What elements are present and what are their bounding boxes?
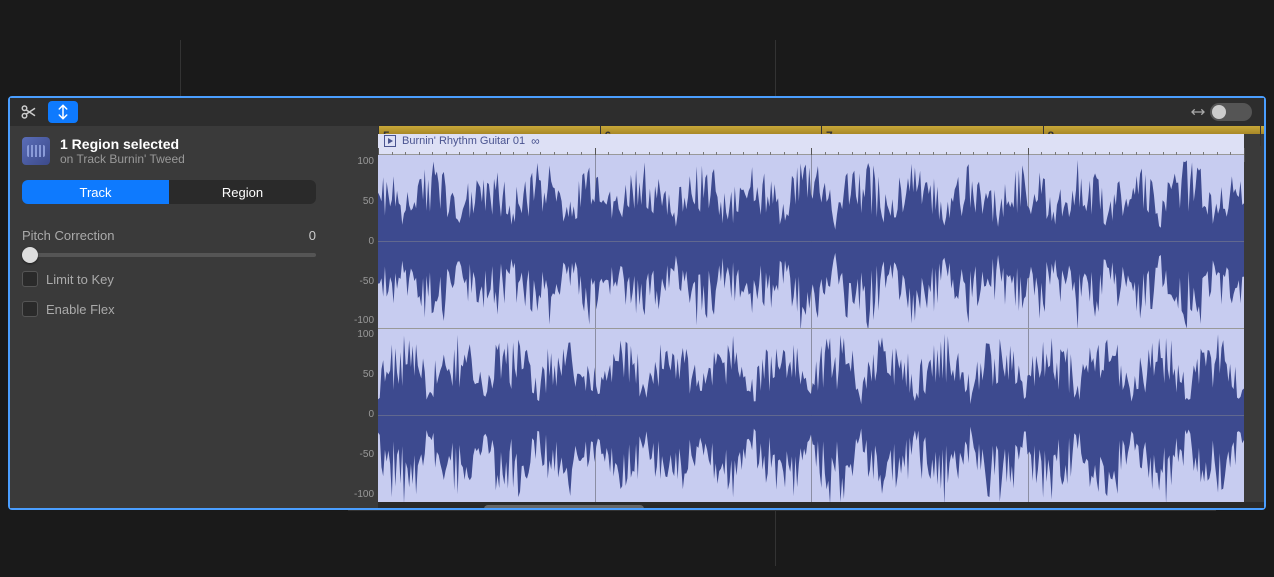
zoom-control: [1190, 103, 1260, 121]
callout-line: [775, 510, 776, 566]
inspector-panel: 1 Region selected on Track Burnin' Tweed…: [10, 126, 328, 508]
pitch-correction-row: Pitch Correction 0: [22, 228, 316, 243]
slider-thumb[interactable]: [22, 247, 38, 263]
editor-main-area: 1 Region selected on Track Burnin' Tweed…: [10, 126, 1264, 508]
channel-left: [378, 155, 1244, 329]
limit-to-key-checkbox[interactable]: [22, 271, 38, 287]
waveform-area: 5 6 7 8 9 Burnin' Rhythm Guitar 01 ∞ 100…: [328, 126, 1264, 508]
channel-right: [378, 329, 1244, 502]
horizontal-scrollbar[interactable]: [378, 502, 1264, 508]
scale-label: -100: [328, 490, 374, 500]
scale-label: -100: [328, 316, 374, 326]
scrollbar-thumb[interactable]: [484, 505, 643, 508]
bar-ruler[interactable]: 5 6 7 8 9: [378, 126, 1264, 134]
scale-label: 0: [328, 410, 374, 420]
flex-tool-button[interactable]: [48, 101, 78, 123]
scale-label: -50: [328, 450, 374, 460]
inspector-body: Pitch Correction 0 Limit to Key Enable F…: [10, 210, 328, 335]
waveform-display[interactable]: [378, 155, 1244, 502]
limit-to-key-label: Limit to Key: [46, 272, 114, 287]
amplitude-scale: 100 50 0 -50 -100 100 50 0 -50 -100: [328, 155, 378, 502]
scale-label: 0: [328, 237, 374, 247]
pitch-correction-label: Pitch Correction: [22, 228, 114, 243]
scale-label: 100: [328, 330, 374, 340]
bar-marker: 9: [1260, 126, 1264, 146]
audio-editor-window: 1 Region selected on Track Burnin' Tweed…: [8, 96, 1266, 510]
callout-line: [775, 40, 776, 96]
play-icon[interactable]: [384, 135, 396, 147]
inspector-header: 1 Region selected on Track Burnin' Tweed: [10, 126, 328, 174]
pitch-correction-slider[interactable]: [22, 253, 316, 257]
scissors-tool-button[interactable]: [14, 101, 44, 123]
limit-to-key-row[interactable]: Limit to Key: [22, 271, 316, 287]
enable-flex-checkbox[interactable]: [22, 301, 38, 317]
loop-icon: ∞: [531, 134, 540, 148]
tab-region[interactable]: Region: [169, 180, 316, 204]
enable-flex-label: Enable Flex: [46, 302, 115, 317]
editor-toolbar: [10, 98, 1264, 126]
scale-label: -50: [328, 277, 374, 287]
callout-line: [348, 510, 1216, 511]
scale-label: 50: [328, 197, 374, 207]
scale-label: 100: [328, 157, 374, 167]
scale-label: 50: [328, 370, 374, 380]
inspector-mode-segmented: Track Region: [22, 180, 316, 204]
region-selection-title: 1 Region selected: [60, 136, 185, 152]
region-name: Burnin' Rhythm Guitar 01: [402, 135, 525, 147]
tab-track[interactable]: Track: [22, 180, 169, 204]
pitch-correction-value: 0: [309, 228, 316, 243]
waveform-container: 100 50 0 -50 -100 100 50 0 -50 -100: [328, 155, 1264, 502]
horizontal-zoom-icon: [1190, 104, 1206, 120]
track-icon: [22, 137, 50, 165]
callout-line: [180, 40, 181, 96]
zoom-toggle[interactable]: [1210, 103, 1252, 121]
region-selection-subtitle: on Track Burnin' Tweed: [60, 152, 185, 166]
region-header[interactable]: Burnin' Rhythm Guitar 01 ∞: [378, 134, 1244, 148]
enable-flex-row[interactable]: Enable Flex: [22, 301, 316, 317]
